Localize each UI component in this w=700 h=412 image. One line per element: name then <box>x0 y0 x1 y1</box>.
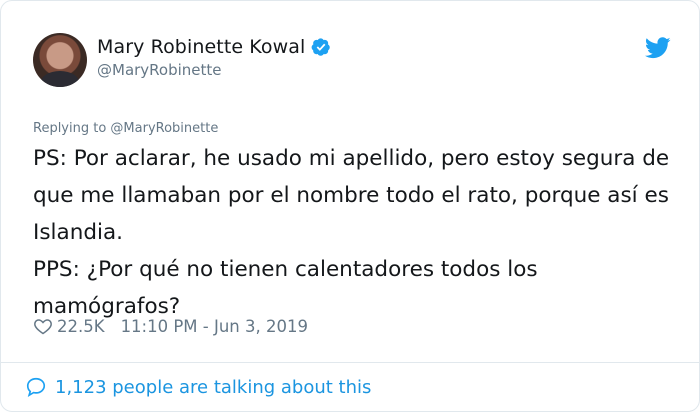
tweet-header: Mary Robinette Kowal @MaryRobinette <box>33 31 683 91</box>
name-row: Mary Robinette Kowal <box>97 35 331 59</box>
tweet-text: PS: Por aclarar, he usado mi apellido, p… <box>33 140 673 325</box>
embedded-tweet-card: Mary Robinette Kowal @MaryRobinette Repl… <box>0 0 700 412</box>
like-count[interactable]: 22.5K <box>57 317 105 336</box>
avatar-shoulders <box>41 71 79 87</box>
tweet-timestamp[interactable]: 11:10 PM - Jun 3, 2019 <box>121 317 308 336</box>
divider <box>1 362 699 363</box>
replying-to-label[interactable]: Replying to @MaryRobinette <box>33 121 218 136</box>
speech-bubble-icon <box>26 377 46 398</box>
twitter-bird-icon[interactable] <box>645 37 671 59</box>
talking-link[interactable]: 1,123 people are talking about this <box>25 374 371 400</box>
verified-badge-icon <box>312 38 331 56</box>
tweet-line-ps: PS: Por aclarar, he usado mi apellido, p… <box>33 146 670 245</box>
heart-icon[interactable] <box>33 316 53 336</box>
user-handle[interactable]: @MaryRobinette <box>97 61 222 79</box>
avatar[interactable] <box>33 33 87 87</box>
tweet-meta: 22.5K 11:10 PM - Jun 3, 2019 <box>33 314 308 338</box>
talking-label[interactable]: 1,123 people are talking about this <box>55 377 371 398</box>
display-name[interactable]: Mary Robinette Kowal <box>97 36 305 58</box>
